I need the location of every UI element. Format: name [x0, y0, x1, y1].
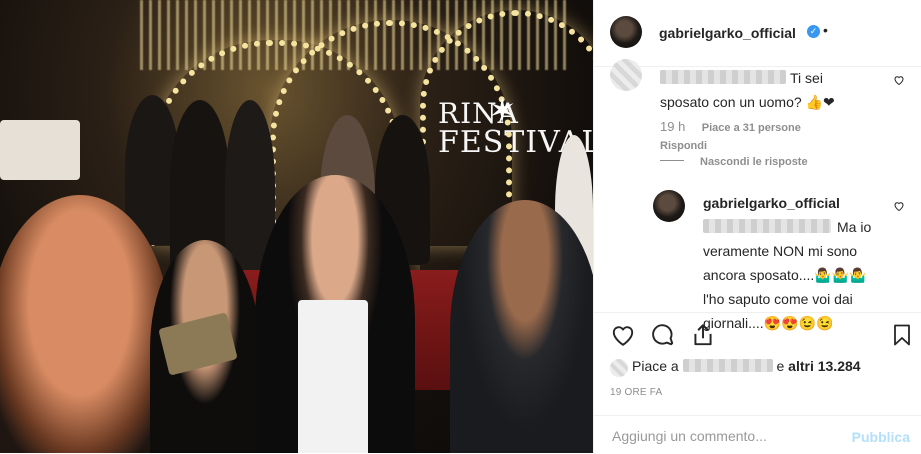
add-comment-bar: Pubblica: [594, 415, 921, 454]
post-actions: [594, 312, 921, 363]
likes-others[interactable]: altri 13.284: [788, 358, 860, 374]
post-comment-button[interactable]: Pubblica: [852, 429, 910, 445]
comment-text: Ti sei sposato con un uomo? 👍❤: [660, 66, 872, 114]
author-avatar[interactable]: [610, 16, 642, 48]
comment-text-tail: Ti sei: [790, 70, 823, 86]
comment-meta: 19 h Piace a 31 persone Rispondi: [660, 118, 801, 154]
commenter-username-blurred[interactable]: [660, 70, 786, 84]
likes-summary: Piace a e altri 13.284: [610, 358, 861, 374]
background-sign: [0, 120, 80, 180]
verified-badge-icon: ✓: [807, 25, 820, 38]
commenter-avatar-blurred[interactable]: [610, 59, 642, 91]
comment-text-line2: sposato con un uomo? 👍❤: [660, 94, 835, 110]
author-username[interactable]: gabrielgarko_official: [659, 25, 796, 41]
hide-replies-label[interactable]: Nascondi le risposte: [700, 156, 808, 168]
foreground-person-4: [450, 200, 593, 453]
reply-author-avatar[interactable]: [653, 190, 685, 222]
comment-heart-icon[interactable]: [893, 74, 905, 86]
likes-and: e: [776, 358, 785, 374]
post-sidebar: gabrielgarko_official ✓ • Ti sei sposato…: [593, 0, 921, 453]
comment-likes[interactable]: Piace a 31 persone: [702, 122, 801, 134]
reply-author-username[interactable]: gabrielgarko_official: [703, 195, 840, 211]
header-separator: •: [823, 22, 828, 38]
comment-time[interactable]: 19 h: [660, 119, 685, 134]
heart-icon[interactable]: [610, 322, 636, 348]
post-photo[interactable]: RINA FESTIVAL ✶: [0, 0, 593, 453]
share-icon[interactable]: [690, 322, 716, 348]
hide-replies-line: [660, 160, 684, 162]
likes-prefix: Piace a: [632, 358, 679, 374]
add-comment-input[interactable]: [610, 427, 834, 445]
reply-heart-icon[interactable]: [893, 200, 905, 212]
reply-text-tail: Ma io: [837, 219, 872, 235]
white-shirt: [298, 300, 368, 453]
star-icon: ✶: [488, 91, 517, 131]
comment-icon[interactable]: [650, 322, 676, 348]
hide-replies[interactable]: Nascondi le risposte: [660, 152, 808, 170]
liker-username-blurred[interactable]: [682, 359, 773, 372]
bookmark-icon[interactable]: [890, 322, 914, 348]
post-time-ago[interactable]: 19 ORE FA: [610, 387, 662, 398]
mentioned-user-blurred[interactable]: [703, 219, 831, 233]
reply-button[interactable]: Rispondi: [660, 140, 707, 152]
post-header: gabrielgarko_official ✓ •: [594, 0, 921, 67]
